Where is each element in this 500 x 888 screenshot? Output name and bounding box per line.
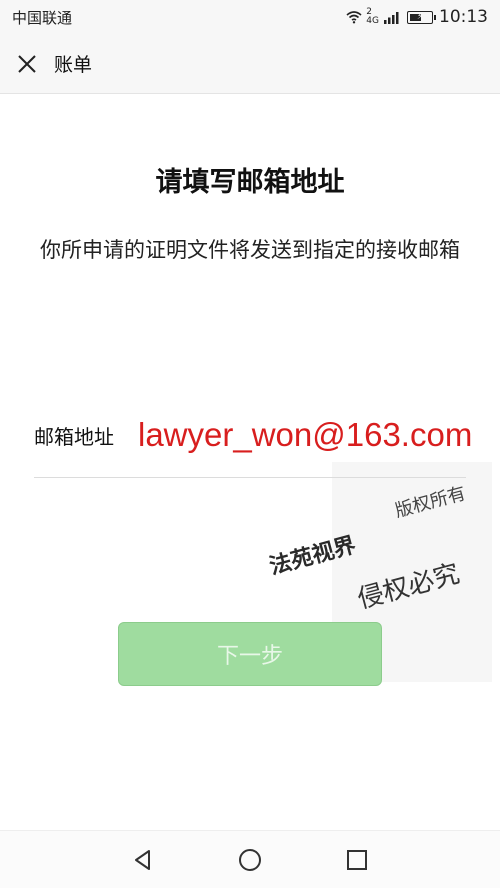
close-icon bbox=[18, 54, 36, 73]
network-gen-label: 4G bbox=[366, 16, 379, 26]
recents-square-icon bbox=[346, 849, 367, 870]
title-bar: 账单 bbox=[0, 34, 500, 94]
nav-recents-button[interactable] bbox=[337, 840, 377, 880]
close-button[interactable] bbox=[14, 51, 40, 77]
email-field-row: 邮箱地址 bbox=[34, 410, 494, 460]
nav-home-button[interactable] bbox=[230, 840, 270, 880]
page-title: 账单 bbox=[54, 54, 93, 76]
nav-back-button[interactable] bbox=[123, 840, 163, 880]
battery-icon: ⚡ bbox=[407, 10, 436, 24]
email-underline bbox=[34, 477, 466, 478]
charging-bolt-icon: ⚡ bbox=[416, 12, 424, 22]
network-type: 2 4G bbox=[366, 8, 379, 26]
form-description: 你所申请的证明文件将发送到指定的接收邮箱 bbox=[40, 238, 460, 262]
system-nav-bar bbox=[0, 830, 500, 888]
home-circle-icon bbox=[238, 848, 261, 871]
status-indicators: 2 4G ⚡ 10:13 bbox=[346, 7, 488, 27]
form-heading: 请填写邮箱地址 bbox=[155, 167, 345, 198]
signal-icon bbox=[384, 12, 399, 24]
wifi-icon bbox=[346, 11, 362, 24]
next-step-button[interactable]: 下一步 bbox=[118, 622, 382, 686]
status-bar: 中国联通 2 4G ⚡ 10:13 bbox=[0, 0, 500, 34]
carrier-name: 中国联通 bbox=[12, 8, 73, 27]
clock: 10:13 bbox=[439, 7, 488, 27]
back-triangle-icon bbox=[135, 849, 151, 870]
email-label: 邮箱地址 bbox=[34, 424, 114, 449]
status-icons: 2 4G bbox=[346, 8, 401, 26]
email-input[interactable] bbox=[138, 416, 490, 454]
